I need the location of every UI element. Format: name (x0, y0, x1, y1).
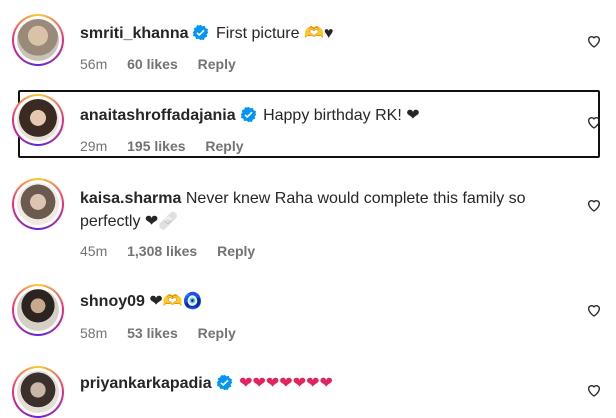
comment-likes[interactable]: 1,308 likes (127, 243, 197, 259)
avatar[interactable] (12, 366, 64, 418)
avatar[interactable] (12, 94, 64, 146)
comment-time: 29m (80, 138, 108, 154)
comment-time: 45m (80, 243, 108, 259)
comment-text: ❤❤❤❤❤❤❤ (239, 375, 333, 392)
comment-likes[interactable]: 195 likes (127, 138, 185, 154)
comment-likes[interactable]: 60 likes (127, 56, 178, 72)
like-heart-icon[interactable] (586, 33, 602, 49)
like-heart-icon[interactable] (586, 197, 602, 213)
comment-text: ❤🫶🧿 (149, 293, 203, 310)
comment-text: Never knew Raha would complete this fami… (185, 190, 526, 207)
verified-badge-icon (193, 24, 209, 41)
like-heart-icon[interactable] (586, 114, 602, 130)
comment-username[interactable]: shnoy09 (80, 293, 145, 310)
comment-text: Happy birthday RK! ❤ (263, 107, 420, 124)
comment-username[interactable]: anaitashroffadajania (80, 107, 236, 124)
like-heart-icon[interactable] (586, 382, 602, 398)
reply-button[interactable]: Reply (217, 243, 255, 259)
reply-button[interactable]: Reply (198, 56, 236, 72)
comment-time: 58m (80, 325, 108, 341)
comment-time: 56m (80, 56, 108, 72)
comment-username[interactable]: priyankarkapadia (80, 375, 212, 392)
avatar[interactable] (12, 14, 64, 66)
verified-badge-icon (216, 374, 232, 391)
comment-username[interactable]: kaisa.sharma (80, 190, 181, 207)
like-heart-icon[interactable] (586, 302, 602, 318)
comment-text-continued: perfectly ❤🩹 (80, 213, 179, 230)
reply-button[interactable]: Reply (198, 325, 236, 341)
comment-text: First picture 🫶♥ (215, 25, 334, 42)
verified-badge-icon (240, 106, 256, 123)
avatar[interactable] (12, 284, 64, 336)
avatar[interactable] (12, 178, 64, 230)
comment-likes[interactable]: 53 likes (127, 325, 178, 341)
reply-button[interactable]: Reply (205, 138, 243, 154)
comment-username[interactable]: smriti_khanna (80, 25, 188, 42)
